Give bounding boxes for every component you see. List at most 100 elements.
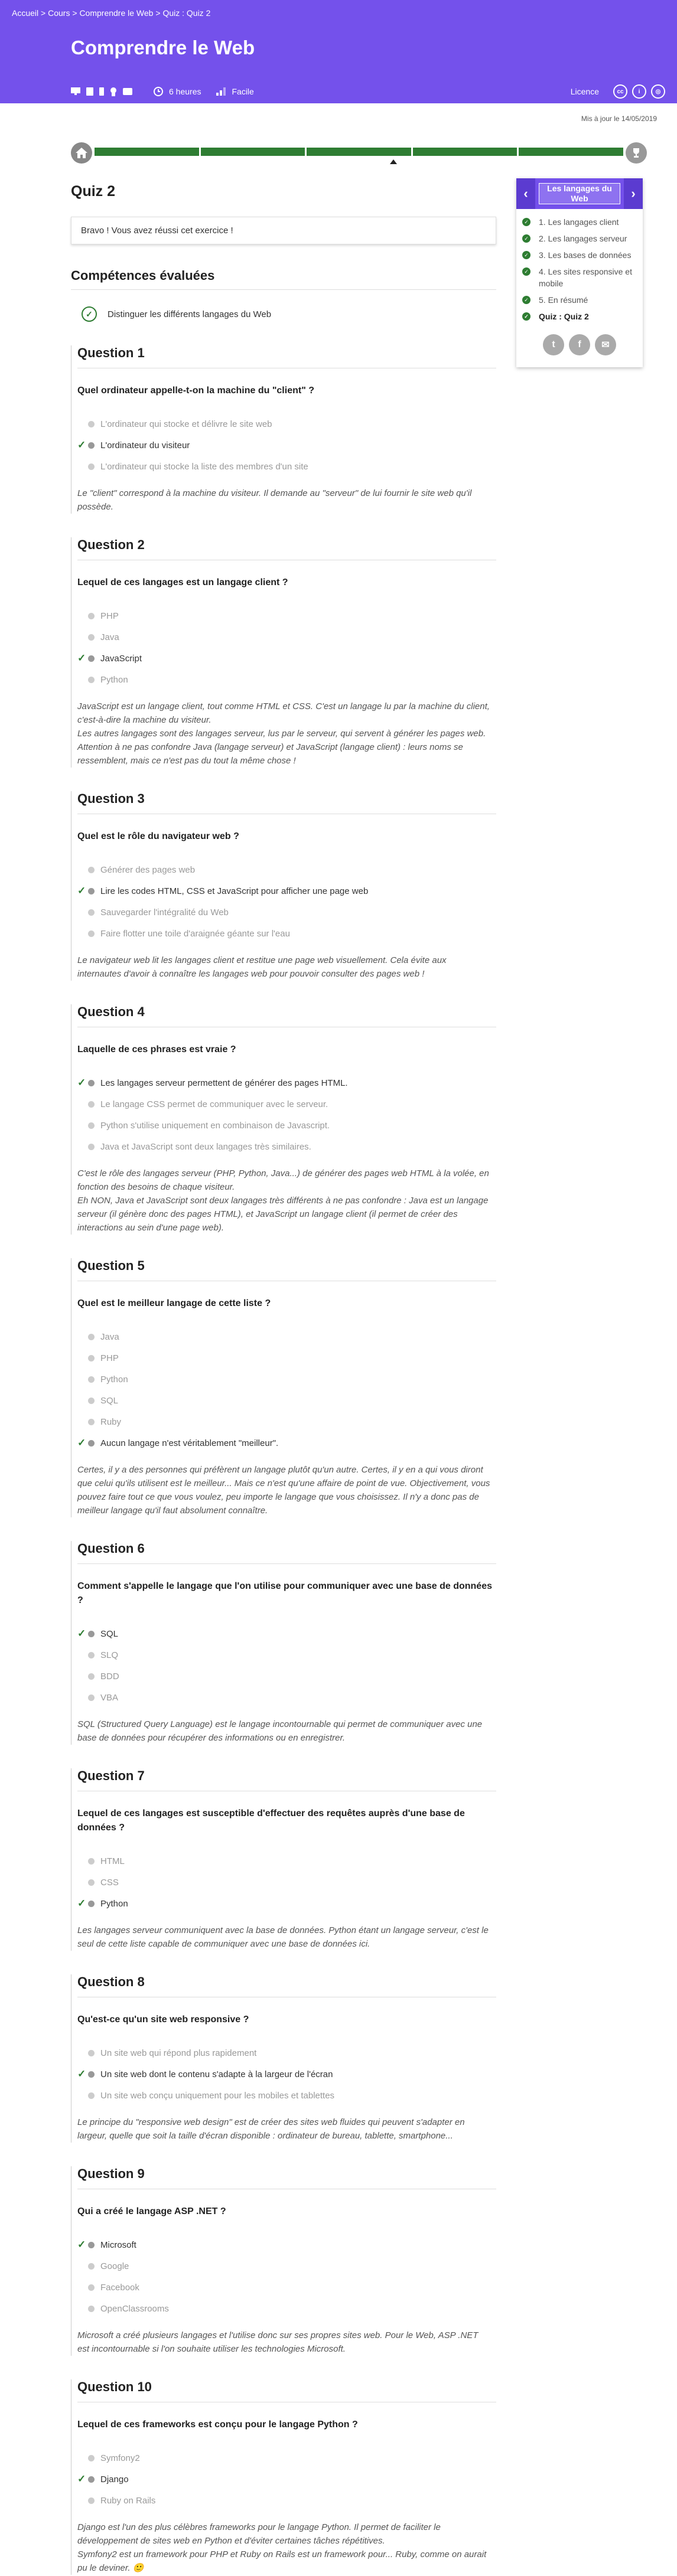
radio-icon [88, 866, 95, 873]
cc-sa-icon[interactable]: ◎ [651, 84, 665, 99]
progress-segment[interactable] [95, 148, 199, 156]
check-icon: ✓ [522, 251, 530, 259]
answer-option: PHP [77, 605, 496, 626]
answer-option-correct: ✓ Microsoft [77, 2234, 496, 2255]
answer-label: L'ordinateur qui stocke la liste des mem… [100, 461, 308, 472]
progress-segment[interactable] [200, 148, 305, 156]
question-title: Question 2 [77, 537, 496, 560]
answer-label: JavaScript [100, 653, 142, 664]
answer-options: Un site web qui répond plus rapidement ✓ U… [77, 2042, 496, 2106]
breadcrumb-course[interactable]: Comprendre le Web [79, 8, 153, 18]
answer-options: PHP Java ✓ JavaScript Python [77, 605, 496, 690]
answer-option: Python s'utilise uniquement en combinais… [77, 1115, 496, 1136]
cc-icon[interactable]: cc [613, 84, 627, 99]
breadcrumb-courses[interactable]: Cours [48, 8, 70, 18]
answer-label: Python [100, 1898, 128, 1909]
answer-explanation: SQL (Structured Query Language) est le l… [77, 1719, 483, 1743]
radio-icon [88, 2284, 95, 2291]
answer-explanation: C'est le rôle des langages serveur (PHP,… [77, 1168, 489, 1233]
progress-segment[interactable] [519, 148, 623, 156]
answer-option: Le langage CSS permet de communiquer ave… [77, 1093, 496, 1115]
chapter-item[interactable]: ✓ 5. En résumé [522, 294, 637, 306]
answer-label: SQL [100, 1628, 119, 1639]
chapter-label: 3. Les bases de données [539, 250, 632, 260]
question-block: Question 1 Quel ordinateur appelle-t-on l… [71, 345, 496, 514]
chapter-item-current[interactable]: ✓ Quiz : Quiz 2 [522, 311, 637, 322]
radio-icon [88, 442, 95, 449]
answer-label: L'ordinateur qui stocke et délivre le si… [100, 419, 272, 429]
radio-icon [88, 2476, 95, 2483]
trophy-icon[interactable] [626, 142, 647, 164]
difficulty: Facile [216, 87, 254, 96]
share-buttons: t f ✉ [516, 329, 643, 367]
answer-label: Python s'utilise uniquement en combinais… [100, 1120, 330, 1131]
question-title: Question 1 [77, 345, 496, 368]
answer-option: OpenClassrooms [77, 2298, 496, 2319]
answer-option-correct: ✓ L'ordinateur du visiteur [77, 435, 496, 456]
radio-icon [88, 1079, 95, 1086]
chapter-item[interactable]: ✓ 2. Les langages serveur [522, 233, 637, 244]
license-link[interactable]: Licence [571, 87, 599, 96]
answer-explanation: Microsoft a créé plusieurs langages et l… [77, 2330, 479, 2354]
chapter-nav-title[interactable]: Les langages du Web [539, 183, 620, 204]
skills-title: Compétences évaluées [71, 268, 496, 290]
radio-icon [88, 1673, 95, 1680]
answer-label: BDD [100, 1671, 119, 1682]
radio-icon [88, 1101, 95, 1108]
answer-label: Python [100, 1374, 128, 1385]
chapter-list: ✓ 1. Les langages client ✓ 2. Les langages… [516, 209, 643, 329]
tablet-icon [86, 87, 93, 96]
progress-segment[interactable] [307, 148, 411, 156]
radio-icon [88, 612, 95, 619]
question-text: Quel est le meilleur langage de cette li… [77, 1298, 271, 1308]
cc-by-icon[interactable]: i [632, 84, 646, 99]
next-chapter-button[interactable]: › [624, 178, 643, 209]
current-position-marker [390, 159, 397, 164]
answer-label: Générer des pages web [100, 864, 196, 875]
radio-icon [88, 1900, 95, 1907]
progress-segment[interactable] [412, 148, 517, 156]
radio-icon [88, 1439, 95, 1447]
question-title: Question 10 [77, 2379, 496, 2402]
correct-check-icon: ✓ [77, 2239, 86, 2250]
answer-label: PHP [100, 1353, 119, 1363]
radio-icon [88, 463, 95, 470]
correct-check-icon: ✓ [77, 1437, 86, 1448]
email-icon[interactable]: ✉ [595, 334, 616, 355]
radio-icon [88, 930, 95, 937]
breadcrumb-home[interactable]: Accueil [12, 8, 38, 18]
question-title: Question 9 [77, 2166, 496, 2189]
question-block: Question 10 Lequel de ces frameworks est … [71, 2379, 496, 2575]
answer-option-correct: ✓ Les langages serveur permettent de géné… [77, 1072, 496, 1093]
radio-icon [88, 634, 95, 641]
difficulty-bars-icon [216, 87, 226, 96]
answer-option: CSS [77, 1872, 496, 1893]
question-block: Question 4 Laquelle de ces phrases est vr… [71, 1004, 496, 1235]
facebook-icon[interactable]: f [569, 334, 590, 355]
correct-check-icon: ✓ [77, 652, 86, 664]
correct-check-icon: ✓ [77, 1077, 86, 1088]
answer-label: Un site web qui répond plus rapidement [100, 2048, 257, 2058]
radio-icon [88, 1376, 95, 1383]
chapter-label: 4. Les sites responsive et mobile [539, 267, 632, 288]
answer-option: Facebook [77, 2277, 496, 2298]
chapter-item[interactable]: ✓ 1. Les langages client [522, 216, 637, 228]
radio-icon [88, 909, 95, 916]
answer-options: Symfony2 ✓ Django Ruby on Rails [77, 2447, 496, 2511]
answer-option: HTML [77, 1850, 496, 1872]
answer-label: Google [100, 2261, 129, 2271]
license: Licence cc i ◎ [571, 83, 665, 100]
prev-chapter-button[interactable]: ‹ [516, 178, 535, 209]
answer-label: Java [100, 1331, 119, 1342]
radio-icon [88, 1857, 95, 1865]
answer-options: ✓ Microsoft Google Facebook OpenClassrooms [77, 2234, 496, 2319]
answer-label: Java [100, 632, 119, 642]
home-icon[interactable] [71, 142, 92, 164]
question-title: Question 8 [77, 1974, 496, 1997]
twitter-icon[interactable]: t [543, 334, 564, 355]
answer-option-correct: ✓ Un site web dont le contenu s'adapte à … [77, 2064, 496, 2085]
correct-check-icon: ✓ [77, 1628, 86, 1639]
chapter-item[interactable]: ✓ 3. Les bases de données [522, 249, 637, 261]
answer-option: Ruby on Rails [77, 2490, 496, 2511]
chapter-item[interactable]: ✓ 4. Les sites responsive et mobile [522, 266, 637, 289]
